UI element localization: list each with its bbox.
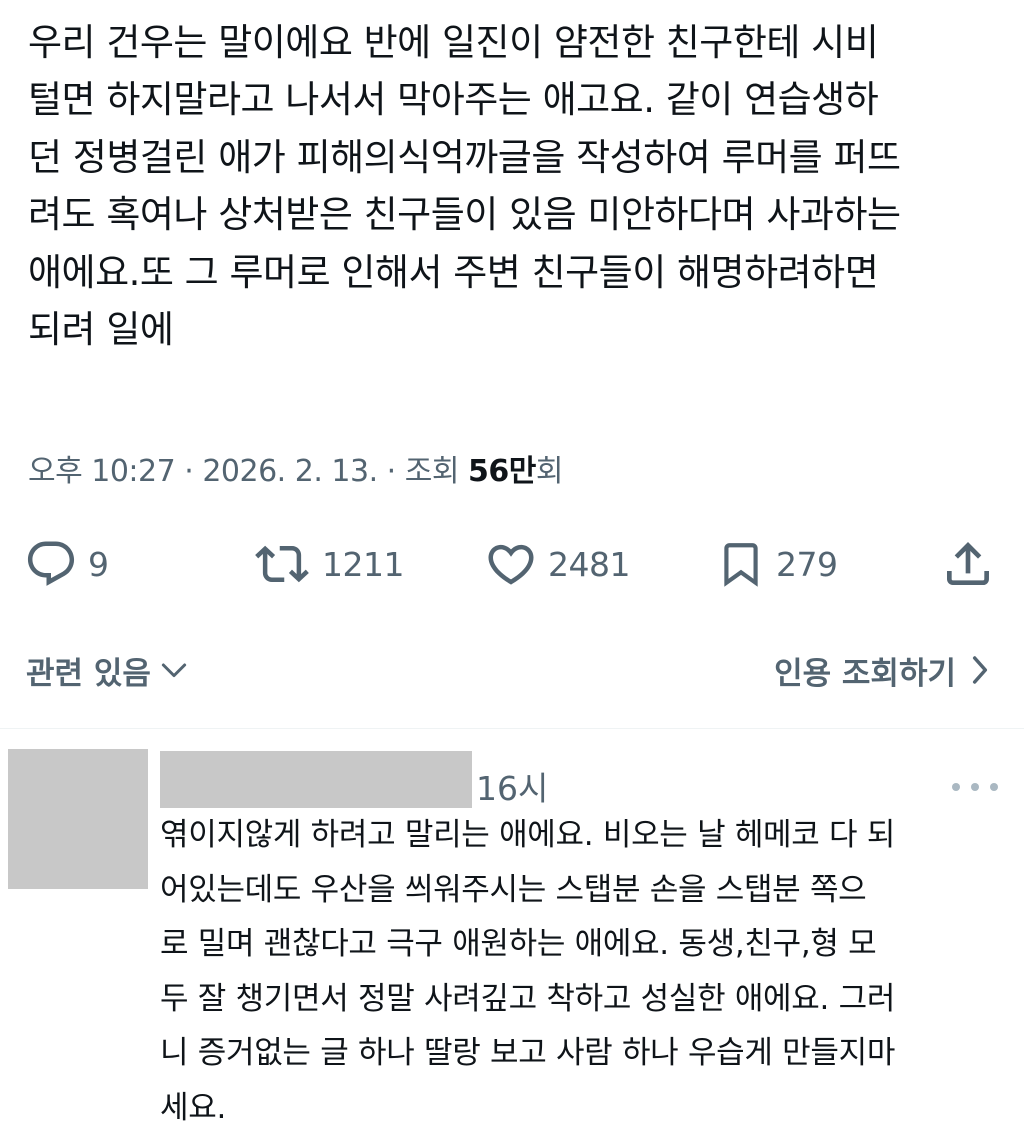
views-label: 조회 — [404, 454, 460, 489]
related-toggle[interactable]: 관련 있음 — [26, 640, 189, 700]
divider — [0, 728, 1024, 729]
more-options-icon[interactable] — [952, 772, 998, 802]
tweet-text: 우리 건우는 말이에요 반에 일진이 얌전한 친구한테 시비 털면 하지말라고 … — [28, 21, 901, 352]
chevron-right-icon — [972, 656, 988, 684]
reply-button[interactable]: 9 — [24, 534, 109, 594]
avatar[interactable] — [8, 749, 148, 889]
retweet-button[interactable]: 1211 — [252, 534, 404, 594]
view-quotes-link[interactable]: 인용 조회하기 — [774, 640, 990, 700]
retweet-icon — [255, 545, 309, 583]
related-row: 관련 있음 인용 조회하기 — [0, 640, 1024, 700]
redacted-username[interactable] — [160, 751, 472, 808]
reply-icon — [27, 541, 75, 586]
like-button[interactable]: 2481 — [484, 534, 630, 594]
heart-icon — [488, 544, 534, 585]
tweet-time[interactable]: 오후 10:27 — [28, 454, 176, 489]
reply-time[interactable]: 16시 — [476, 762, 548, 810]
chevron-down-icon — [161, 663, 186, 678]
views-unit: 회 — [535, 454, 564, 489]
view-quotes-label: 인용 조회하기 — [774, 655, 956, 692]
reply-text: 엮이지않게 하려고 말리는 애에요. 비오는 날 헤메코 다 되 어있는데도 우… — [160, 817, 896, 1126]
views-count: 56만 — [467, 454, 536, 489]
like-count: 2481 — [548, 544, 630, 584]
tweet-meta: 오후 10:27 · 2026. 2. 13. · 조회 56만회 — [28, 454, 564, 489]
reply-count: 9 — [88, 544, 109, 584]
share-icon — [947, 542, 989, 585]
bookmark-icon — [724, 543, 758, 587]
share-button[interactable] — [940, 534, 996, 594]
tweet-date[interactable]: 2026. 2. 13. — [202, 454, 378, 489]
related-label: 관련 있음 — [26, 655, 151, 692]
bookmark-button[interactable]: 279 — [716, 534, 838, 594]
retweet-count: 1211 — [322, 544, 404, 584]
bookmark-count: 279 — [776, 544, 838, 584]
action-bar: 9 1211 2481 279 — [0, 534, 1024, 594]
